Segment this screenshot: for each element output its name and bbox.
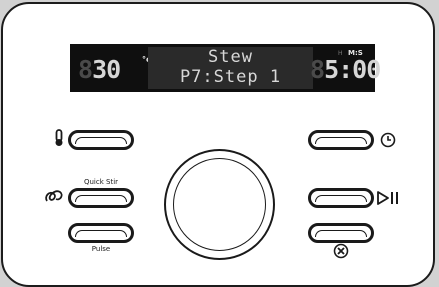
dial-knob[interactable] xyxy=(173,158,266,251)
temperature-value: 30 xyxy=(92,55,121,84)
lcd-display: 830 °c Stew P7:Step 1 H M:S 85:00 xyxy=(70,44,381,92)
clock-icon xyxy=(380,132,396,148)
stir-icon xyxy=(45,190,63,202)
timer-value: 5:00 xyxy=(324,55,381,84)
quick-stir-button[interactable] xyxy=(68,188,134,208)
timer-readout: 85:00 xyxy=(310,55,381,84)
temperature-button[interactable] xyxy=(68,130,134,150)
temperature-readout: 830 xyxy=(78,55,121,84)
timer-ghost-digit: 8 xyxy=(310,55,325,84)
program-name: Stew xyxy=(208,47,253,67)
pulse-label: Pulse xyxy=(91,245,111,253)
program-step: P7:Step 1 xyxy=(179,67,282,87)
start-pause-button[interactable] xyxy=(308,188,374,208)
control-panel: 830 °c Stew P7:Step 1 H M:S 85:00 Quick … xyxy=(1,2,435,287)
quick-stir-label: Quick Stir xyxy=(83,178,119,186)
temperature-ghost-digit: 8 xyxy=(78,55,93,84)
thermometer-icon xyxy=(55,129,63,146)
cancel-icon xyxy=(333,243,349,259)
pulse-button[interactable] xyxy=(68,223,134,243)
cancel-button[interactable] xyxy=(308,223,374,243)
play-pause-icon xyxy=(377,191,398,205)
timer-button[interactable] xyxy=(308,130,374,150)
program-display: Stew P7:Step 1 xyxy=(148,47,313,89)
control-dial[interactable] xyxy=(164,149,275,260)
